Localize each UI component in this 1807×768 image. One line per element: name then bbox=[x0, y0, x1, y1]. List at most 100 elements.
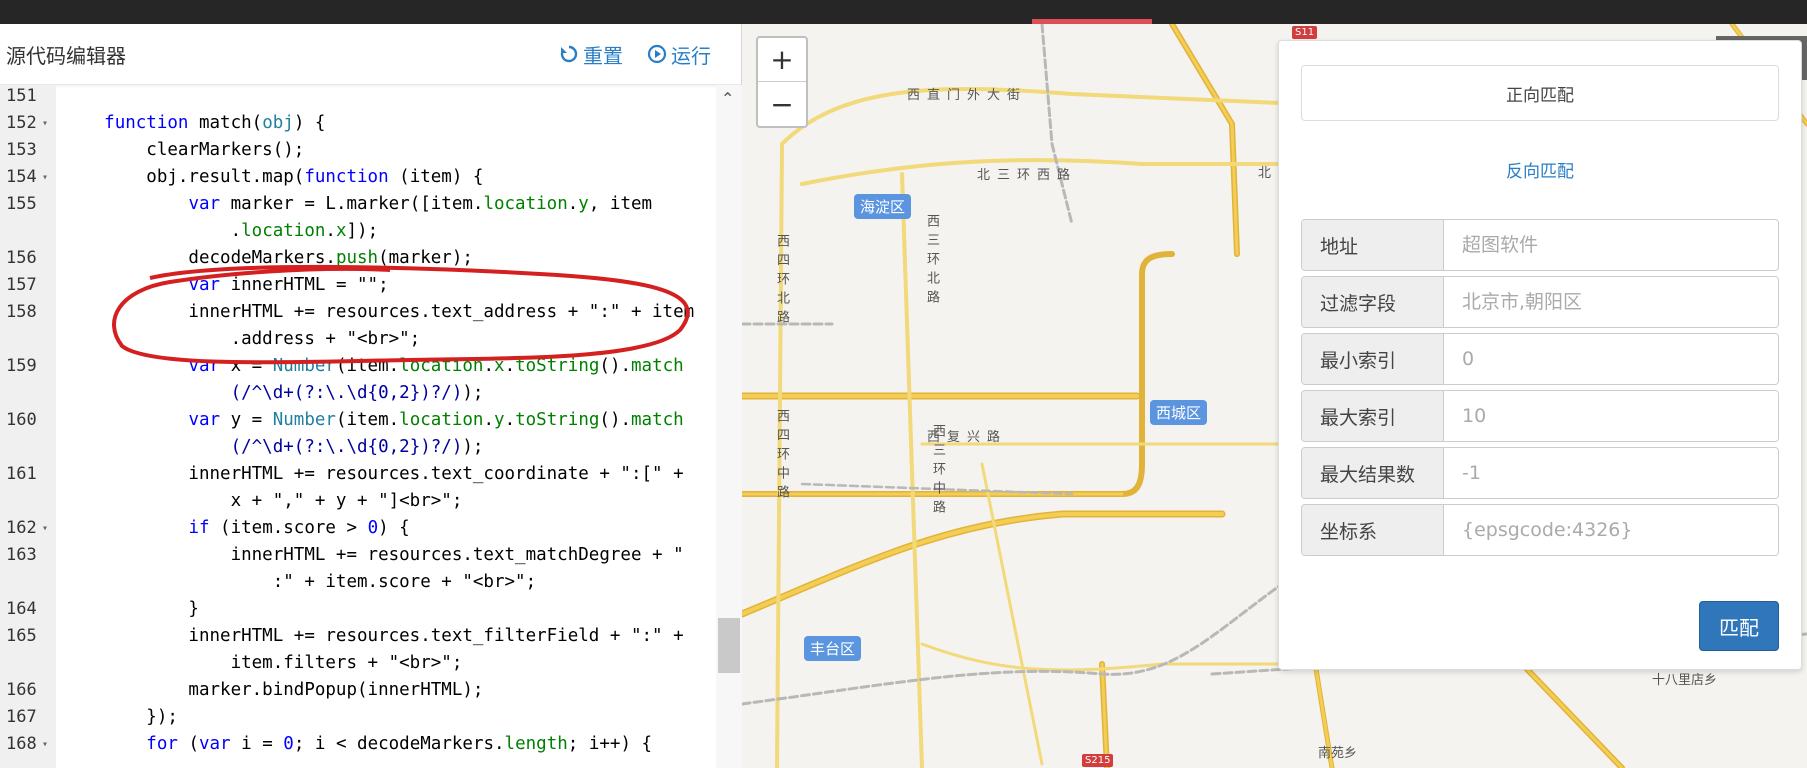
code-text: innerHTML += resources.text_filterField … bbox=[62, 626, 684, 646]
field-label: 坐标系 bbox=[1302, 505, 1444, 555]
place-label-nanyuan: 南苑乡 bbox=[1318, 746, 1358, 761]
code-text: obj.result.map(function (item) { bbox=[62, 167, 484, 187]
line-number: 163 bbox=[6, 545, 37, 565]
code-text: .location.x]); bbox=[62, 221, 379, 241]
line-number: 168 bbox=[6, 734, 37, 754]
field-input[interactable] bbox=[1444, 277, 1778, 327]
reset-label: 重置 bbox=[583, 43, 623, 68]
road-label-beisanhuan: 北三环西路 bbox=[977, 168, 1078, 183]
match-button[interactable]: 匹配 bbox=[1699, 601, 1779, 651]
line-number: 157 bbox=[6, 275, 37, 295]
editor-actions: 重置 运行 bbox=[559, 40, 711, 69]
code-text: (/^\d+(?:\.\d{0,2})?/)); bbox=[230, 437, 484, 457]
code-text: var y = Number(item.location.y.toString(… bbox=[188, 410, 684, 430]
field-input[interactable] bbox=[1444, 505, 1778, 555]
line-number: 155 bbox=[6, 194, 37, 214]
field-input[interactable] bbox=[1444, 334, 1778, 384]
reset-button[interactable]: 重置 bbox=[559, 40, 623, 69]
fold-toggle-icon[interactable]: ▾ bbox=[42, 515, 48, 542]
line-number: 167 bbox=[6, 707, 37, 727]
form-row: 最大索引 bbox=[1301, 390, 1779, 442]
fold-toggle-icon[interactable]: ▾ bbox=[42, 110, 48, 137]
editor-title: 源代码编辑器 bbox=[6, 43, 126, 68]
geocode-panel: 正向匹配 反向匹配 地址过滤字段最小索引最大索引最大结果数坐标系 匹配 bbox=[1278, 40, 1802, 670]
district-label-xicheng: 西城区 bbox=[1150, 400, 1208, 425]
code-text: var x = Number(item.location.x.toString(… bbox=[188, 356, 684, 376]
scrollbar-thumb[interactable] bbox=[718, 618, 740, 673]
source-code-editor: 源代码编辑器 重置 运行 151 152 ▾ function match(obj)… bbox=[0, 24, 742, 768]
highway-shield-s215: S215 bbox=[1082, 754, 1114, 767]
zoom-out-button[interactable]: − bbox=[758, 82, 806, 126]
field-input[interactable] bbox=[1444, 448, 1778, 498]
line-number: 151 bbox=[6, 86, 37, 106]
form-row: 最大结果数 bbox=[1301, 447, 1779, 499]
scroll-up-icon[interactable]: ⌃ bbox=[721, 89, 734, 108]
code-text: var marker = L.marker([item.location.y, … bbox=[188, 194, 653, 214]
field-input[interactable] bbox=[1444, 220, 1778, 270]
zoom-in-button[interactable]: + bbox=[758, 38, 806, 82]
code-text: } bbox=[62, 599, 199, 619]
field-input[interactable] bbox=[1444, 391, 1778, 441]
play-circle-icon bbox=[647, 44, 667, 64]
district-label-haidian: 海淀区 bbox=[854, 194, 912, 219]
code-text: .address + "<br>"; bbox=[62, 329, 421, 349]
form-row: 过滤字段 bbox=[1301, 276, 1779, 328]
code-text: function match(obj) { bbox=[104, 113, 326, 133]
code-text: }); bbox=[62, 707, 178, 727]
highway-shield-s11: S11 bbox=[1292, 26, 1318, 39]
line-number: 161 bbox=[6, 464, 37, 484]
reset-icon bbox=[560, 45, 578, 63]
tab-forward-match[interactable]: 正向匹配 bbox=[1301, 65, 1779, 121]
field-label: 地址 bbox=[1302, 220, 1444, 270]
code-area[interactable]: 151 152 ▾ function match(obj) {153 clearMa… bbox=[0, 85, 742, 768]
line-number: 165 bbox=[6, 626, 37, 646]
field-label: 最大索引 bbox=[1302, 391, 1444, 441]
line-number: 159 bbox=[6, 356, 37, 376]
code-text: innerHTML += resources.text_coordinate +… bbox=[62, 464, 684, 484]
field-label: 最大结果数 bbox=[1302, 448, 1444, 498]
code-text: if (item.score > 0) { bbox=[188, 518, 410, 538]
code-text: x + "," + y + "]<br>"; bbox=[62, 491, 463, 511]
field-label: 最小索引 bbox=[1302, 334, 1444, 384]
top-bar bbox=[0, 0, 1807, 24]
road-label-xizhimen: 西直门外大街 bbox=[907, 88, 1028, 103]
zoom-control: + − bbox=[756, 36, 808, 128]
line-number: 158 bbox=[6, 302, 37, 322]
code-text: (/^\d+(?:\.\d{0,2})?/)); bbox=[230, 383, 484, 403]
form-row: 地址 bbox=[1301, 219, 1779, 271]
form-row: 最小索引 bbox=[1301, 333, 1779, 385]
road-label-xisihuan-zhong: 西四环中路 bbox=[774, 409, 789, 504]
field-label: 过滤字段 bbox=[1302, 277, 1444, 327]
fold-toggle-icon[interactable]: ▾ bbox=[42, 164, 48, 191]
code-text: :" + item.score + "<br>"; bbox=[62, 572, 537, 592]
line-number: 154 bbox=[6, 167, 37, 187]
line-number: 152 bbox=[6, 113, 37, 133]
road-label-bei: 北 bbox=[1258, 166, 1279, 181]
code-text: clearMarkers(); bbox=[62, 140, 305, 160]
line-number: 162 bbox=[6, 518, 37, 538]
line-number: 166 bbox=[6, 680, 37, 700]
run-button[interactable]: 运行 bbox=[647, 40, 711, 69]
code-scrollbar[interactable]: ⌃ bbox=[716, 85, 742, 768]
code-text: decodeMarkers.push(marker); bbox=[62, 248, 473, 268]
code-text: var innerHTML = ""; bbox=[188, 275, 389, 295]
line-number: 153 bbox=[6, 140, 37, 160]
form-row: 坐标系 bbox=[1301, 504, 1779, 556]
line-number: 164 bbox=[6, 599, 37, 619]
code-text: innerHTML += resources.text_address + ":… bbox=[62, 302, 695, 322]
fold-toggle-icon[interactable]: ▾ bbox=[42, 731, 48, 758]
road-label-xisanhuan-zhong: 西三环中路 bbox=[930, 424, 945, 519]
tab-reverse-match[interactable]: 反向匹配 bbox=[1301, 141, 1779, 197]
line-number: 156 bbox=[6, 248, 37, 268]
code-text: marker.bindPopup(innerHTML); bbox=[62, 680, 484, 700]
place-label-shibalidian: 十八里店乡 bbox=[1652, 673, 1718, 688]
road-label-xisihuan-bei: 西四环北路 bbox=[774, 234, 789, 329]
district-label-fengtai: 丰台区 bbox=[804, 636, 862, 661]
line-number: 160 bbox=[6, 410, 37, 430]
editor-header: 源代码编辑器 重置 运行 bbox=[0, 24, 741, 85]
road-label-xisanhuan-bei: 西三环北路 bbox=[924, 214, 939, 309]
code-text: item.filters + "<br>"; bbox=[62, 653, 463, 673]
run-label: 运行 bbox=[671, 43, 711, 68]
code-text: innerHTML += resources.text_matchDegree … bbox=[62, 545, 684, 565]
code-text: for (var i = 0; i < decodeMarkers.length… bbox=[146, 734, 653, 754]
